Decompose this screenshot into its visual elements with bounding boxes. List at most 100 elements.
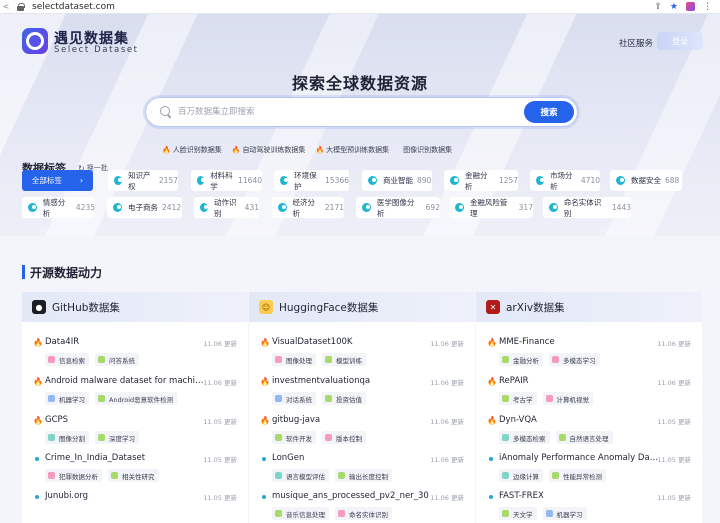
list-item[interactable]: 🔥 MME-Finance 11.06 更新 金融分析 多模态学习 [476, 334, 702, 372]
list-item[interactable]: Crime_In_India_Dataset 11.05 更新 犯罪数据分析 相… [22, 450, 248, 488]
item-tag[interactable]: 性能异常检测 [549, 469, 606, 482]
tag-item[interactable]: 情感分析 4235 [22, 197, 95, 218]
item-tag[interactable]: 投资估值 [322, 392, 366, 405]
list-item[interactable]: LonGen 11.06 更新 语言模型评估 输出长度控制 [249, 450, 475, 488]
item-title[interactable]: Data4IR [45, 337, 205, 347]
tag-item[interactable]: 医学图像分析 692 [356, 197, 440, 218]
item-tag[interactable]: 问答系统 [95, 353, 139, 366]
nav-community-link[interactable]: 社区服务 [619, 37, 653, 49]
address-bar[interactable]: selectdataset.com [32, 2, 115, 12]
item-title[interactable]: GCPS [45, 415, 205, 425]
search-bar: 搜索 [145, 97, 578, 127]
item-tag[interactable]: 输出长度控制 [335, 469, 392, 482]
item-tag[interactable]: 对话系统 [272, 392, 316, 405]
item-tag[interactable]: 机器学习 [45, 392, 89, 405]
lock-icon [16, 2, 26, 11]
tag-icon [48, 356, 55, 363]
search-input[interactable] [178, 107, 518, 117]
tag-item[interactable]: 材料科学 11640 [191, 170, 262, 191]
chevron-right-icon: › [79, 176, 84, 185]
item-tag[interactable]: 语言模型评估 [272, 469, 329, 482]
item-tag[interactable]: 边缘计算 [499, 469, 543, 482]
list-item[interactable]: musique_ans_processed_pv2_ner_30 11.06 更… [249, 488, 475, 523]
hot-search-link[interactable]: 图像识别数据集 [403, 145, 452, 155]
tag-item[interactable]: 金融风险管理 317 [449, 197, 533, 218]
extension-icon[interactable] [686, 2, 695, 11]
tag-item[interactable]: 命名实体识别 1443 [543, 197, 631, 218]
logo-icon[interactable] [22, 28, 48, 54]
flame-icon: 🔥 [260, 416, 270, 425]
item-tag[interactable]: 天文学 [499, 507, 537, 520]
list-item[interactable]: 🔥 Dyn-VQA 11.05 更新 多模态检索 自然语言处理 [476, 412, 702, 450]
tag-item[interactable]: 市场分析 4710 [530, 170, 600, 191]
item-title[interactable]: Dyn-VQA [499, 415, 659, 425]
item-tag[interactable]: 音乐信息处理 [272, 507, 329, 520]
browser-toolbar: ⇪ ★ ⋮ [654, 2, 720, 12]
item-title[interactable]: VisualDataset100K [272, 337, 432, 347]
item-tag[interactable]: 图像处理 [272, 353, 316, 366]
tag-item[interactable]: 金融分析 1257 [444, 170, 518, 191]
search-button[interactable]: 搜索 [524, 101, 574, 123]
item-title[interactable]: musique_ans_processed_pv2_ner_30 [272, 491, 432, 501]
item-tag[interactable]: 模型训练 [322, 353, 366, 366]
item-tag[interactable]: 多模态检索 [499, 431, 550, 444]
tag-item[interactable]: 环境保护 15366 [274, 170, 349, 191]
list-item[interactable]: 🔥 gitbug-java 11.06 更新 软件开发 版本控制 [249, 412, 475, 450]
hot-search-link[interactable]: 🔥 人脸识别数据集 [162, 145, 222, 155]
tag-item[interactable]: 商业智能 890 [362, 170, 432, 191]
login-button[interactable]: 登录 [657, 32, 703, 50]
item-title[interactable]: investmentvaluationqa [272, 376, 432, 386]
list-item[interactable]: 🔥 GCPS 11.05 更新 图像分割 深度学习 [22, 412, 248, 450]
tag-item[interactable]: 动作识别 431 [194, 197, 259, 218]
tag-item[interactable]: 电子商务 2412 [107, 197, 182, 218]
item-title[interactable]: Junubi.org [45, 491, 205, 501]
bookmark-star-icon[interactable]: ★ [670, 2, 678, 12]
item-title[interactable]: RePAIR [499, 376, 659, 386]
tag-item[interactable]: 经济分析 2171 [272, 197, 344, 218]
tag-all[interactable]: 全部标签 › [22, 170, 93, 191]
item-tag[interactable]: 版本控制 [322, 431, 366, 444]
hot-search-link[interactable]: 🔥 大模型预训练数据集 [315, 145, 389, 155]
item-tag[interactable]: 信息检索 [45, 353, 89, 366]
list-item[interactable]: 🔥 Android malware dataset for machine ..… [22, 373, 248, 411]
item-tag[interactable]: 软件开发 [272, 431, 316, 444]
item-tag[interactable]: 自然语言处理 [555, 431, 613, 444]
item-tag[interactable]: 相关性研究 [108, 469, 159, 482]
item-tag[interactable]: 犯罪数据分析 [45, 469, 102, 482]
panel-title[interactable]: GitHub数据集 [52, 300, 120, 315]
item-tag[interactable]: Android恶意软件检测 [95, 392, 178, 405]
list-item[interactable]: 🔥 investmentvaluationqa 11.06 更新 对话系统 投资… [249, 373, 475, 411]
list-item[interactable]: Junubi.org 11.05 更新 [22, 488, 248, 523]
item-tag[interactable]: 图像分割 [45, 431, 89, 444]
item-date: 11.05 更新 [203, 456, 237, 464]
item-title[interactable]: Crime_In_India_Dataset [45, 453, 205, 463]
item-tag[interactable]: 深度学习 [95, 431, 139, 444]
item-tag[interactable]: 命名实体识别 [335, 507, 392, 520]
panel-title[interactable]: HuggingFace数据集 [279, 300, 378, 315]
tag-icon [338, 510, 345, 517]
item-tag[interactable]: 考古学 [499, 392, 537, 405]
item-tag[interactable]: 多模态学习 [549, 353, 600, 366]
item-tag[interactable]: 机器学习 [542, 507, 587, 520]
item-title[interactable]: gitbug-java [272, 415, 432, 425]
item-tag[interactable]: 计算机视觉 [542, 392, 593, 405]
menu-icon[interactable]: ⋮ [703, 2, 712, 12]
list-item[interactable]: iAnomaly Performance Anomaly Dataset 11.… [476, 450, 702, 488]
list-item[interactable]: 🔥 Data4IR 11.06 更新 信息检索 问答系统 [22, 334, 248, 372]
hot-search-link[interactable]: 🔥 自动驾驶训练数据集 [232, 145, 306, 155]
tag-item[interactable]: 数据安全 688 [610, 170, 682, 191]
item-title[interactable]: Android malware dataset for machine ... [45, 376, 205, 386]
item-title[interactable]: MME-Finance [499, 337, 659, 347]
item-title[interactable]: FAST-FREX [499, 491, 659, 501]
share-icon[interactable]: ⇪ [654, 2, 662, 12]
item-tag[interactable]: 金融分析 [499, 353, 543, 366]
list-item[interactable]: 🔥 VisualDataset100K 11.06 更新 图像处理 模型训练 [249, 334, 475, 372]
tag-item[interactable]: 知识产权 2157 [108, 170, 178, 191]
back-icon[interactable]: < [0, 2, 12, 11]
item-title[interactable]: LonGen [272, 453, 432, 463]
panel-title[interactable]: arXiv数据集 [506, 300, 565, 315]
item-title[interactable]: iAnomaly Performance Anomaly Dataset [499, 453, 659, 463]
list-item[interactable]: 🔥 RePAIR 11.06 更新 考古学 计算机视觉 [476, 373, 702, 411]
list-item[interactable]: FAST-FREX 11.05 更新 天文学 机器学习 [476, 488, 702, 523]
tag-icon [197, 176, 206, 185]
